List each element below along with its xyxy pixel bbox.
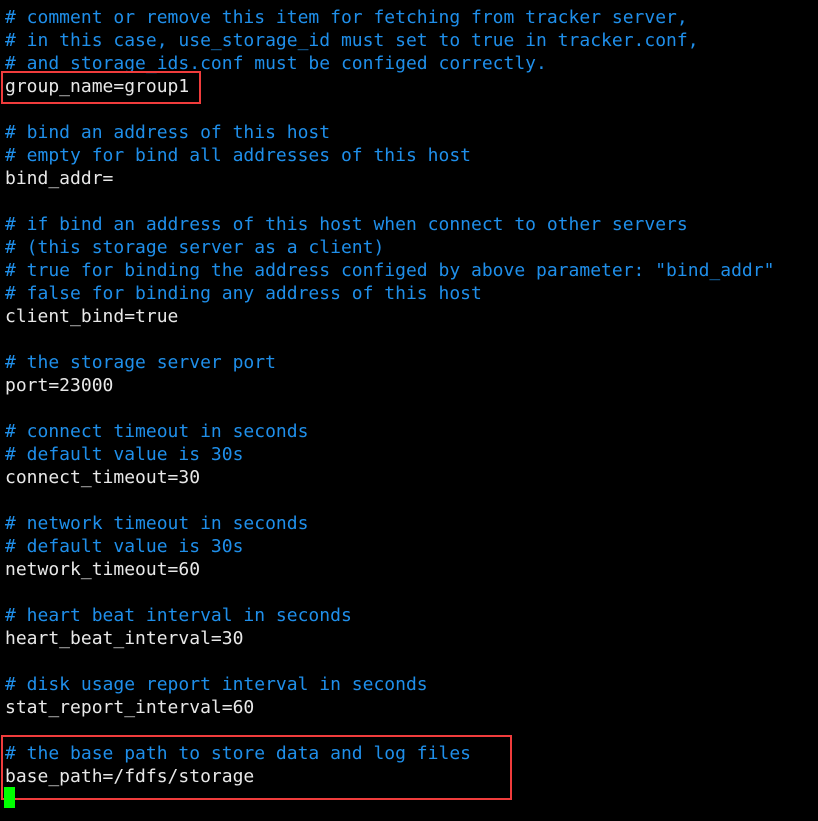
comment-line: # bind an address of this host <box>5 122 331 143</box>
comment-line: # in this case, use_storage_id must set … <box>5 30 699 51</box>
comment-line: # false for binding any address of this … <box>5 283 482 304</box>
config-line: client_bind=true <box>5 306 179 327</box>
comment-line: # heart beat interval in seconds <box>5 605 352 626</box>
comment-line: # empty for bind all addresses of this h… <box>5 145 471 166</box>
comment-line: # comment or remove this item for fetchi… <box>5 7 688 28</box>
terminal-text-area[interactable]: # comment or remove this item for fetchi… <box>5 6 774 788</box>
comment-line: # connect timeout in seconds <box>5 421 309 442</box>
comment-line: # default value is 30s <box>5 536 244 557</box>
comment-line: # default value is 30s <box>5 444 244 465</box>
config-line: port=23000 <box>5 375 114 396</box>
comment-line: # (this storage server as a client) <box>5 237 385 258</box>
terminal-cursor <box>4 787 15 808</box>
config-line: stat_report_interval=60 <box>5 697 255 718</box>
comment-line: # if bind an address of this host when c… <box>5 214 688 235</box>
comment-line: # true for binding the address configed … <box>5 260 775 281</box>
config-line: connect_timeout=30 <box>5 467 201 488</box>
config-line: network_timeout=60 <box>5 559 201 580</box>
comment-line: # disk usage report interval in seconds <box>5 674 428 695</box>
highlight-box-group-name <box>1 71 201 104</box>
highlight-box-base-path <box>1 735 512 800</box>
config-line: bind_addr= <box>5 168 114 189</box>
comment-line: # the storage server port <box>5 352 276 373</box>
config-line: heart_beat_interval=30 <box>5 628 244 649</box>
comment-line: # network timeout in seconds <box>5 513 309 534</box>
